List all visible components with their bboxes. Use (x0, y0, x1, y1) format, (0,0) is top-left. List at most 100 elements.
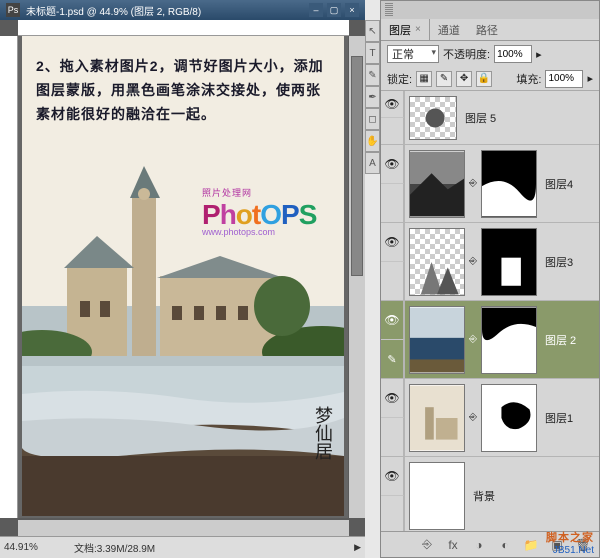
lock-all-icon[interactable]: 🔒 (476, 71, 492, 87)
scroll-thumb[interactable] (351, 56, 363, 276)
lock-label: 锁定: (387, 71, 412, 87)
fill-slider-icon[interactable]: ▸ (587, 72, 593, 85)
layers-panel: 图层 × 通道 路径 正常 不透明度: ▸ 锁定: ▦ ✎ ✥ 🔒 填充: ▸ 👁… (380, 0, 600, 558)
tab-channels[interactable]: 通道 (430, 19, 468, 40)
app-icon: Ps (6, 3, 20, 17)
link-cell[interactable]: ✎ (381, 340, 404, 378)
maximize-button[interactable]: ▢ (327, 3, 341, 17)
paint-icon: ✎ (387, 353, 396, 366)
mask-icon[interactable]: ◑ (469, 536, 489, 554)
eye-icon: 👁 (384, 391, 399, 405)
eye-icon: 👁 (384, 469, 399, 483)
lock-row: 锁定: ▦ ✎ ✥ 🔒 填充: ▸ (381, 67, 599, 91)
opacity-slider-icon[interactable]: ▸ (536, 48, 542, 61)
layer-row[interactable]: 👁 ⎆ 图层3 (381, 223, 599, 301)
tab-paths-label: 路径 (476, 22, 498, 38)
watermark-line2: JB51.Net (546, 545, 594, 556)
mask-thumb[interactable] (481, 306, 537, 374)
pen-tool-icon[interactable]: ✒ (365, 86, 380, 108)
seal-stamp: 梦仙居 (306, 406, 336, 486)
fill-field[interactable] (545, 70, 583, 88)
layer-row[interactable]: 👁 ⎆ 图层4 (381, 145, 599, 223)
folder-icon[interactable]: 📁 (521, 536, 541, 554)
layer-row[interactable]: 👁 图层 5 (381, 91, 599, 145)
layer-row[interactable]: 👁 背景 (381, 457, 599, 533)
scrollbar-horizontal[interactable] (18, 520, 349, 536)
close-button[interactable]: × (345, 3, 359, 17)
doc-size: 文档:3.39M/28.9M (74, 540, 354, 555)
tab-layers[interactable]: 图层 × (381, 19, 430, 40)
watermark: 脚本之家 JB51.Net (546, 529, 594, 556)
adjustment-icon[interactable]: ◐ (495, 536, 515, 554)
blend-mode-value: 正常 (392, 49, 414, 61)
eye-icon: 👁 (384, 157, 399, 171)
link-icon: ⎆ (469, 334, 477, 345)
opacity-label: 不透明度: (443, 46, 490, 62)
ruler-horizontal[interactable] (18, 20, 349, 36)
lock-position-icon[interactable]: ✥ (456, 71, 472, 87)
tab-channels-label: 通道 (438, 22, 460, 38)
layer-thumb[interactable] (409, 306, 465, 374)
lock-transparent-icon[interactable]: ▦ (416, 71, 432, 87)
mask-thumb[interactable] (481, 150, 537, 218)
brush-tool-icon[interactable]: ✎ (365, 64, 380, 86)
tab-layers-label: 图层 (389, 22, 411, 38)
blend-mode-select[interactable]: 正常 (387, 45, 439, 63)
shape-tool-icon[interactable]: ◻ (365, 108, 380, 130)
blend-row: 正常 不透明度: ▸ (381, 41, 599, 67)
scrollbar-vertical[interactable] (349, 36, 365, 518)
layer-row[interactable]: 👁 ⎆ 图层1 (381, 379, 599, 457)
mask-thumb[interactable] (481, 228, 537, 296)
link-cell[interactable] (381, 418, 404, 456)
link-cell[interactable] (381, 262, 404, 300)
minimize-button[interactable]: – (309, 3, 323, 17)
grip-icon (385, 3, 393, 17)
layer-thumb[interactable] (409, 228, 465, 296)
close-icon[interactable]: × (415, 24, 421, 35)
layer-thumb[interactable] (409, 462, 465, 530)
panel-grip-bar[interactable] (381, 1, 599, 19)
logo-caption: 照片处理网 (202, 186, 316, 199)
canvas-area[interactable]: 2、拖入素材图片2，调节好图片大小，添加图层蒙版，用黑色画笔涂沫交接处，使两张素… (18, 36, 348, 518)
ruler-vertical[interactable] (0, 36, 18, 518)
layer-name[interactable]: 图层1 (545, 410, 573, 426)
layer-name[interactable]: 图层4 (545, 176, 573, 192)
zoom-field[interactable]: 44.91% (4, 542, 74, 553)
layer-row-selected[interactable]: 👁 ✎ ⎆ 图层 2 (381, 301, 599, 379)
visibility-toggle[interactable]: 👁 (381, 457, 404, 496)
title-bar[interactable]: Ps 未标题-1.psd @ 44.9% (图层 2, RGB/8) – ▢ × (0, 0, 365, 20)
tool-strip: ↖ T ✎ ✒ ◻ ✋ A (365, 20, 380, 174)
link-cell[interactable] (381, 184, 404, 222)
layer-thumb[interactable] (409, 384, 465, 452)
layer-name[interactable]: 图层 5 (465, 110, 496, 126)
layer-name[interactable]: 图层 2 (545, 332, 576, 348)
link-cell[interactable] (381, 496, 404, 533)
link-layers-icon[interactable]: ⎆ (417, 536, 437, 554)
visibility-toggle[interactable]: 👁 (381, 91, 404, 118)
eye-icon: 👁 (384, 97, 399, 111)
panel-tabs: 图层 × 通道 路径 (381, 19, 599, 41)
layer-list[interactable]: 👁 图层 5 👁 ⎆ 图层4 👁 ⎆ 图层3 (381, 91, 599, 533)
eyedrop-tool-icon[interactable]: A (365, 152, 380, 174)
photops-logo: 照片处理网 PhotOPS www.photops.com (202, 186, 316, 237)
type-tool-icon[interactable]: T (365, 42, 380, 64)
hand-tool-icon[interactable]: ✋ (365, 130, 380, 152)
layer-thumb[interactable] (409, 96, 457, 140)
visibility-toggle[interactable]: 👁 (381, 379, 404, 418)
layer-thumb[interactable] (409, 150, 465, 218)
visibility-toggle[interactable]: 👁 (381, 145, 404, 184)
watermark-line1: 脚本之家 (546, 529, 594, 545)
layer-name[interactable]: 图层3 (545, 254, 573, 270)
visibility-toggle[interactable]: 👁 (381, 223, 404, 262)
tab-paths[interactable]: 路径 (468, 19, 506, 40)
mask-thumb[interactable] (481, 384, 537, 452)
fx-icon[interactable]: fx (443, 536, 463, 554)
move-tool-icon[interactable]: ↖ (365, 20, 380, 42)
title-text: 未标题-1.psd @ 44.9% (图层 2, RGB/8) (26, 3, 201, 18)
visibility-toggle[interactable]: 👁 (381, 301, 404, 340)
status-menu-arrow[interactable]: ▶ (354, 542, 361, 553)
opacity-field[interactable] (494, 45, 532, 63)
link-cell[interactable] (381, 118, 404, 144)
layer-name[interactable]: 背景 (473, 488, 495, 504)
lock-pixels-icon[interactable]: ✎ (436, 71, 452, 87)
